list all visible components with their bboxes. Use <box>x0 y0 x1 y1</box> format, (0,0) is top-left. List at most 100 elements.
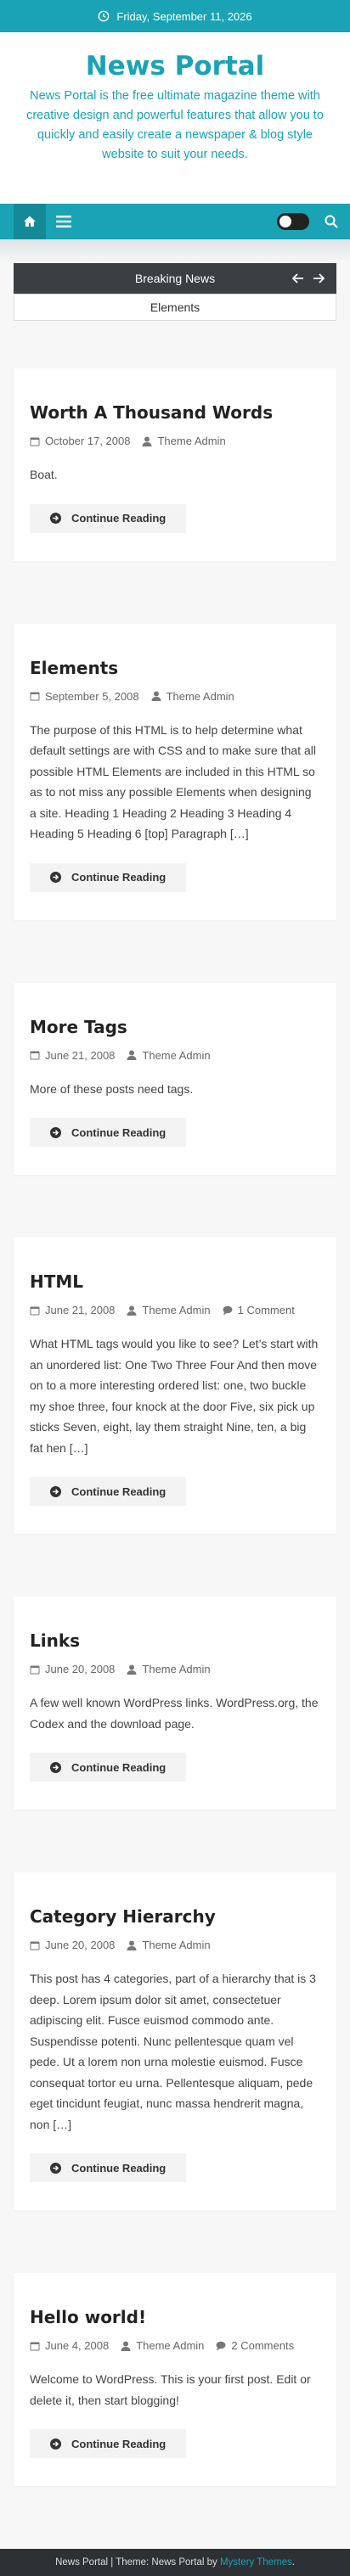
user-icon <box>127 1940 137 1950</box>
post-author[interactable]: Theme Admin <box>142 1049 210 1062</box>
continue-reading-button[interactable]: Continue Reading <box>30 1753 187 1782</box>
post-excerpt: This post has 4 categories, part of a hi… <box>30 1972 316 2131</box>
post-meta: June 20, 2008 Theme Admin <box>30 1663 320 1675</box>
post-title[interactable]: Elements <box>30 658 320 678</box>
post-card: Worth A Thousand Words October 17, 2008 … <box>14 368 336 561</box>
post-author[interactable]: Theme Admin <box>142 1663 210 1675</box>
site-description: News Portal is the free ultimate magazin… <box>26 89 324 161</box>
arrow-circle-right-icon <box>50 872 61 883</box>
post-excerpt: Welcome to WordPress. This is your first… <box>30 2372 311 2407</box>
footer-text: News Portal | Theme: News Portal by <box>55 2557 217 2568</box>
comment-icon <box>223 1305 233 1315</box>
post-date[interactable]: September 5, 2008 <box>45 690 139 703</box>
user-icon <box>127 1050 137 1060</box>
post-comments[interactable]: 2 Comments <box>231 2339 294 2352</box>
post-meta: October 17, 2008 Theme Admin <box>30 435 320 447</box>
toggle-knob <box>279 216 291 227</box>
arrow-circle-right-icon <box>50 1761 61 1773</box>
user-icon <box>127 1664 137 1675</box>
post-date[interactable]: June 21, 2008 <box>45 1049 115 1062</box>
post-title[interactable]: HTML <box>30 1271 320 1292</box>
menu-toggle-button[interactable] <box>46 204 82 239</box>
arrow-right-icon[interactable] <box>313 273 325 283</box>
post-excerpt: More of these posts need tags. <box>30 1081 194 1096</box>
post-author[interactable]: Theme Admin <box>142 1304 210 1316</box>
continue-reading-button[interactable]: Continue Reading <box>30 1118 187 1147</box>
post-author[interactable]: Theme Admin <box>157 435 225 447</box>
calendar-icon <box>30 1665 40 1674</box>
post-title[interactable]: Worth A Thousand Words <box>30 402 320 423</box>
post-meta: September 5, 2008 Theme Admin <box>30 690 320 703</box>
continue-reading-label: Continue Reading <box>71 871 167 884</box>
breaking-news-title: Breaking News <box>134 272 216 285</box>
post-author[interactable]: Theme Admin <box>136 2339 204 2352</box>
continue-reading-label: Continue Reading <box>71 1125 167 1139</box>
arrow-circle-right-icon <box>50 2438 61 2450</box>
post-excerpt: Boat. <box>30 468 58 481</box>
arrow-left-icon[interactable] <box>292 273 304 283</box>
breaking-news-header: Breaking News <box>14 263 336 294</box>
post-title[interactable]: Hello world! <box>30 2307 320 2327</box>
post-meta: June 21, 2008 Theme Admin 1 Comment <box>30 1304 320 1316</box>
site-footer: News Portal | Theme: News Portal by Myst… <box>0 2549 350 2576</box>
post-author[interactable]: Theme Admin <box>167 690 234 703</box>
search-icon[interactable] <box>325 215 338 228</box>
footer-theme-link[interactable]: Mystery Themes <box>220 2557 292 2568</box>
continue-reading-label: Continue Reading <box>71 2437 167 2450</box>
post-title[interactable]: Category Hierarchy <box>30 1906 320 1927</box>
post-date[interactable]: June 4, 2008 <box>45 2339 109 2352</box>
footer-suffix: . <box>291 2557 295 2568</box>
home-button[interactable] <box>14 204 46 239</box>
calendar-icon <box>30 1306 40 1315</box>
post-card: Category Hierarchy June 20, 2008 Theme A… <box>14 1872 336 2210</box>
breaking-news: Breaking News Elements <box>14 263 336 321</box>
post-date[interactable]: June 21, 2008 <box>45 1304 115 1316</box>
arrow-circle-right-icon <box>50 2162 61 2174</box>
site-header: News Portal News Portal is the free ulti… <box>0 32 350 204</box>
current-date: Friday, September 11, 2026 <box>116 9 252 23</box>
continue-reading-label: Continue Reading <box>71 1484 167 1498</box>
post-meta: June 4, 2008 Theme Admin 2 Comments <box>30 2339 320 2352</box>
arrow-circle-right-icon <box>50 1485 61 1497</box>
post-title[interactable]: Links <box>30 1630 320 1651</box>
post-author[interactable]: Theme Admin <box>142 1939 210 1951</box>
site-title[interactable]: News Portal <box>14 51 336 81</box>
calendar-icon <box>30 1941 40 1950</box>
continue-reading-button[interactable]: Continue Reading <box>30 2429 187 2458</box>
continue-reading-button[interactable]: Continue Reading <box>30 862 187 892</box>
hamburger-menu-icon <box>56 216 71 227</box>
post-meta: June 20, 2008 Theme Admin <box>30 1939 320 1951</box>
dark-mode-toggle[interactable] <box>277 213 309 230</box>
post-date[interactable]: June 20, 2008 <box>45 1939 115 1951</box>
user-icon <box>121 2341 131 2351</box>
continue-reading-button[interactable]: Continue Reading <box>30 503 187 533</box>
post-meta: June 21, 2008 Theme Admin <box>30 1049 320 1062</box>
arrow-circle-right-icon <box>50 513 61 524</box>
post-card: Elements September 5, 2008 Theme Admin T… <box>14 623 336 920</box>
home-icon <box>24 216 36 227</box>
post-title[interactable]: More Tags <box>30 1017 320 1037</box>
user-icon <box>127 1305 137 1316</box>
continue-reading-button[interactable]: Continue Reading <box>30 1477 187 1506</box>
arrow-circle-right-icon <box>50 1126 61 1138</box>
continue-reading-label: Continue Reading <box>71 512 167 525</box>
post-excerpt: The purpose of this HTML is to help dete… <box>30 722 316 841</box>
main-navbar <box>0 204 350 239</box>
continue-reading-button[interactable]: Continue Reading <box>30 2153 187 2182</box>
calendar-icon <box>30 692 40 701</box>
post-card: HTML June 21, 2008 Theme Admin 1 Comment… <box>14 1237 336 1534</box>
breaking-news-item[interactable]: Elements <box>14 294 336 321</box>
post-comments[interactable]: 1 Comment <box>238 1304 295 1316</box>
user-icon <box>142 436 152 446</box>
calendar-icon <box>30 1051 40 1060</box>
post-date[interactable]: October 17, 2008 <box>45 435 130 447</box>
continue-reading-label: Continue Reading <box>71 2161 167 2175</box>
post-date[interactable]: June 20, 2008 <box>45 1663 115 1675</box>
post-card: Hello world! June 4, 2008 Theme Admin 2 … <box>14 2273 336 2486</box>
user-icon <box>151 691 161 701</box>
post-excerpt: A few well known WordPress links. WordPr… <box>30 1696 319 1731</box>
post-card: Links June 20, 2008 Theme Admin A few we… <box>14 1597 336 1810</box>
comment-icon <box>216 2341 226 2350</box>
calendar-icon <box>30 2342 40 2350</box>
nav-shadow <box>0 239 350 263</box>
